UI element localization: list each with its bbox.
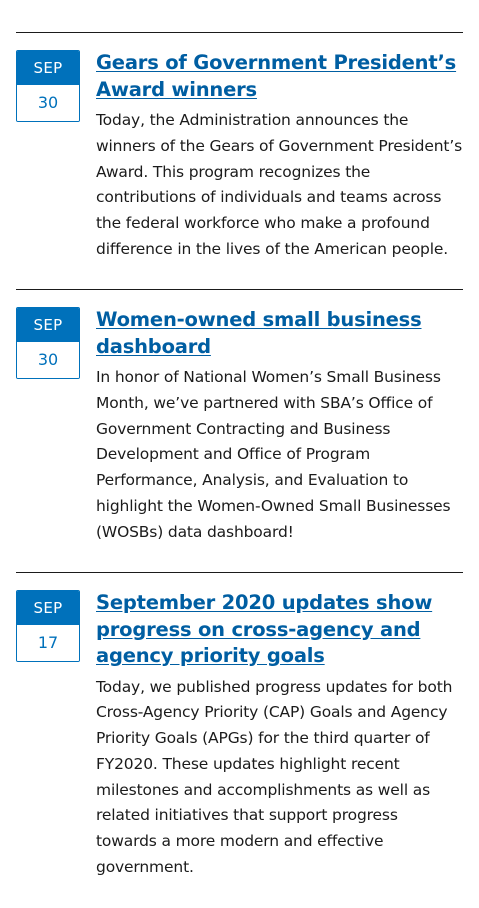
news-item-title-link[interactable]: Women-owned small business dashboard [96,307,463,360]
news-item-summary: Today, the Administration announces the … [96,111,463,258]
news-item-summary: In honor of National Women’s Small Busin… [96,368,451,541]
date-day: 17 [17,625,79,661]
news-feed: SEP 30 Gears of Government President’s A… [0,0,479,908]
news-item-summary: Today, we published progress updates for… [96,677,453,877]
date-badge: SEP 17 [16,590,80,662]
date-badge: SEP 30 [16,50,80,122]
news-item-title-link[interactable]: Gears of Government President’s Award wi… [96,50,463,103]
date-day: 30 [17,85,79,121]
date-badge: SEP 30 [16,307,80,379]
date-day: 30 [17,342,79,378]
news-item: SEP 30 Gears of Government President’s A… [16,32,463,289]
news-item: SEP 30 Women-owned small business dashbo… [16,289,463,572]
date-month: SEP [17,51,79,85]
date-month: SEP [17,591,79,625]
news-item-body: Gears of Government President’s Award wi… [96,33,463,263]
news-item-body: Women-owned small business dashboard In … [96,290,463,546]
news-item-body: September 2020 updates show progress on … [96,573,463,881]
date-month: SEP [17,308,79,342]
news-item-title-link[interactable]: September 2020 updates show progress on … [96,590,463,670]
news-item: SEP 17 September 2020 updates show progr… [16,572,463,908]
